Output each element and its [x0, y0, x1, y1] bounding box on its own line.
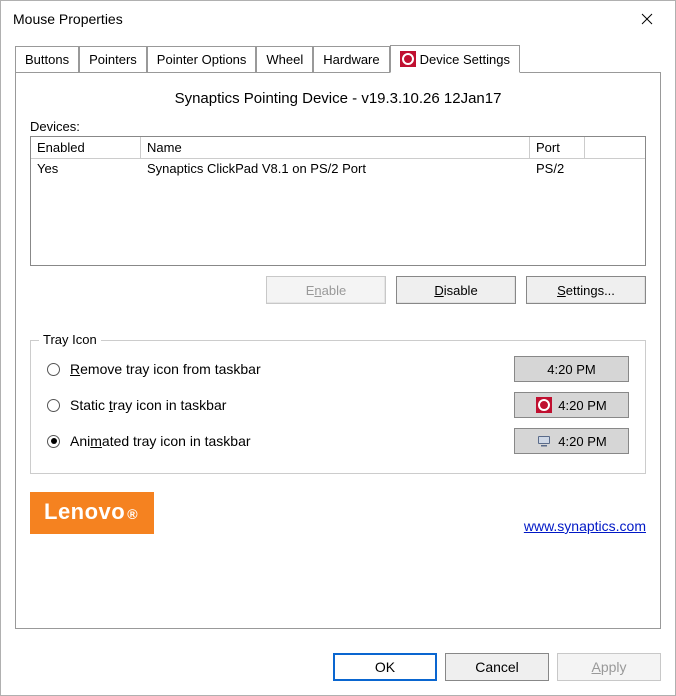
enable-button: Enable [266, 276, 386, 304]
tray-option-static[interactable]: Static tray icon in taskbar 4:20 PM [43, 387, 633, 423]
table-row[interactable]: Yes Synaptics ClickPad V8.1 on PS/2 Port… [31, 159, 645, 178]
tab-label: Device Settings [420, 52, 510, 67]
synaptics-link[interactable]: www.synaptics.com [524, 518, 646, 534]
ok-button[interactable]: OK [333, 653, 437, 681]
tray-time: 4:20 PM [558, 398, 606, 413]
cell-name: Synaptics ClickPad V8.1 on PS/2 Port [141, 159, 530, 178]
tray-preview-animated: 4:20 PM [514, 428, 629, 454]
tab-buttons[interactable]: Buttons [15, 46, 79, 72]
col-header-enabled[interactable]: Enabled [31, 137, 141, 158]
col-header-port[interactable]: Port [530, 137, 585, 158]
tab-device-settings[interactable]: Device Settings [390, 45, 520, 73]
devices-label: Devices: [30, 119, 646, 134]
tab-label: Wheel [266, 52, 303, 67]
radio-label-remove: Remove tray icon from taskbar [70, 361, 504, 377]
lenovo-logo: Lenovo® [30, 492, 154, 534]
tab-strip: Buttons Pointers Pointer Options Wheel H… [15, 44, 661, 73]
disable-button[interactable]: Disable [396, 276, 516, 304]
tab-label: Pointers [89, 52, 137, 67]
close-icon [641, 13, 653, 25]
tab-label: Buttons [25, 52, 69, 67]
driver-version-text: Synaptics Pointing Device - v19.3.10.26 … [30, 86, 646, 113]
cancel-button[interactable]: Cancel [445, 653, 549, 681]
tab-label: Hardware [323, 52, 379, 67]
cell-pad [585, 159, 645, 178]
radio-static[interactable] [47, 399, 60, 412]
radio-animated[interactable] [47, 435, 60, 448]
tray-option-remove[interactable]: Remove tray icon from taskbar 4:20 PM [43, 351, 633, 387]
footer-logos: Lenovo® www.synaptics.com [30, 484, 646, 534]
mouse-properties-window: Mouse Properties Buttons Pointers Pointe… [0, 0, 676, 696]
dialog-buttons: OK Cancel Apply [1, 643, 675, 695]
cell-port: PS/2 [530, 159, 585, 178]
devices-header-row: Enabled Name Port [31, 137, 645, 159]
tab-wheel[interactable]: Wheel [256, 46, 313, 72]
tray-option-animated[interactable]: Animated tray icon in taskbar 4:20 PM [43, 423, 633, 459]
radio-remove[interactable] [47, 363, 60, 376]
apply-button: Apply [557, 653, 661, 681]
radio-label-animated: Animated tray icon in taskbar [70, 433, 504, 449]
tray-icon-legend: Tray Icon [39, 332, 101, 347]
devices-table[interactable]: Enabled Name Port Yes Synaptics ClickPad… [30, 136, 646, 266]
synaptics-icon [400, 51, 416, 67]
device-buttons-row: Enable Disable Settings... [30, 266, 646, 304]
settings-button[interactable]: Settings... [526, 276, 646, 304]
col-header-pad [585, 137, 645, 158]
devices-section: Devices: Enabled Name Port Yes Synaptics… [30, 123, 646, 304]
window-title: Mouse Properties [13, 11, 625, 27]
tray-preview-static: 4:20 PM [514, 392, 629, 418]
tab-label: Pointer Options [157, 52, 247, 67]
tray-preview-remove: 4:20 PM [514, 356, 629, 382]
titlebar: Mouse Properties [1, 1, 675, 37]
tray-icon-group: Tray Icon Remove tray icon from taskbar … [30, 340, 646, 474]
touchpad-animated-icon [536, 433, 552, 449]
tab-pointer-options[interactable]: Pointer Options [147, 46, 257, 72]
content-area: Buttons Pointers Pointer Options Wheel H… [1, 37, 675, 643]
tray-time: 4:20 PM [558, 434, 606, 449]
cell-enabled: Yes [31, 159, 141, 178]
tab-hardware[interactable]: Hardware [313, 46, 389, 72]
close-button[interactable] [625, 4, 669, 34]
tab-pointers[interactable]: Pointers [79, 46, 147, 72]
device-settings-panel: Synaptics Pointing Device - v19.3.10.26 … [15, 72, 661, 629]
col-header-name[interactable]: Name [141, 137, 530, 158]
radio-label-static: Static tray icon in taskbar [70, 397, 504, 413]
tray-time: 4:20 PM [547, 362, 595, 377]
synaptics-tray-icon [536, 397, 552, 413]
